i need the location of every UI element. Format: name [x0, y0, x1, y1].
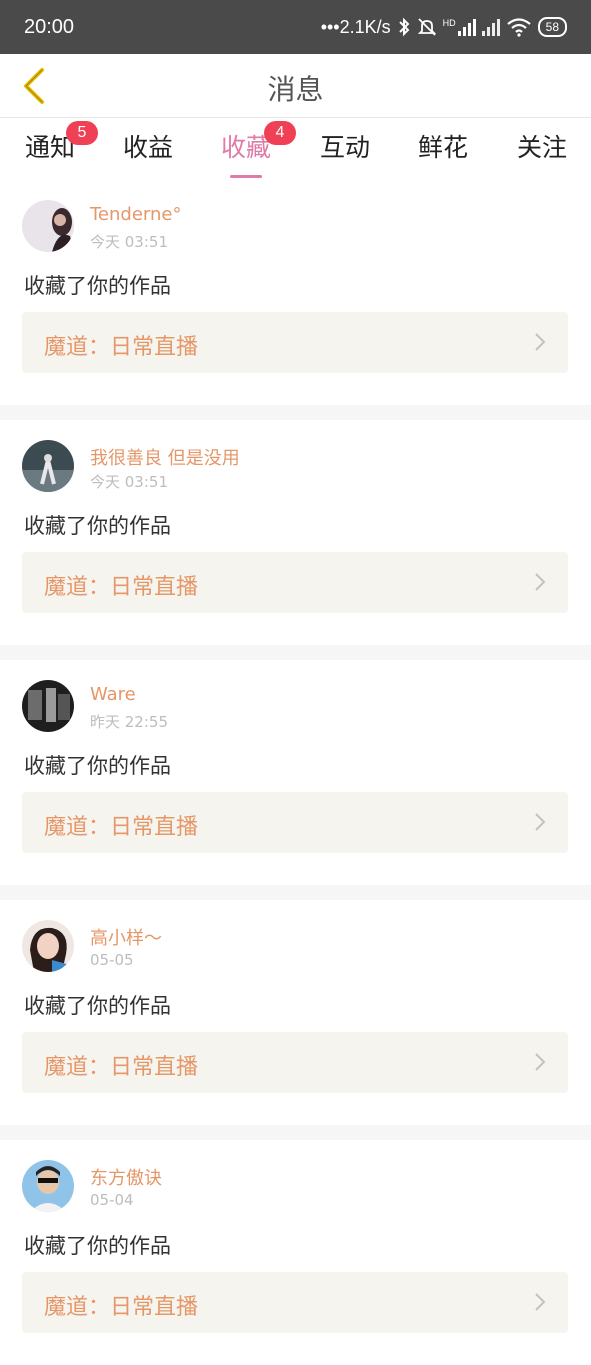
active-tab-indicator	[230, 175, 262, 178]
wifi-icon	[506, 18, 531, 37]
tab-label: 互动	[319, 133, 370, 162]
username[interactable]: Tenderne°	[90, 204, 182, 225]
tab-label: 关注	[516, 133, 567, 162]
timestamp: 今天 03:51	[90, 473, 168, 491]
message-item: Tenderne° 今天 03:51 收藏了你的作品 魔道：日常直播	[0, 180, 591, 405]
work-title: 魔道：日常直播	[44, 1055, 199, 1080]
work-title: 魔道：日常直播	[44, 335, 199, 360]
work-link[interactable]: 魔道：日常直播	[22, 552, 568, 613]
work-title: 魔道：日常直播	[44, 815, 199, 840]
status-icons: •••2.1K/s HD 58	[321, 17, 567, 38]
unread-badge: 5	[66, 121, 98, 145]
status-bar: 20:00 •••2.1K/s HD 58	[0, 0, 591, 54]
avatar[interactable]	[22, 1160, 74, 1212]
work-link[interactable]: 魔道：日常直播	[22, 1272, 568, 1333]
unread-badge: 4	[264, 121, 296, 145]
username[interactable]: Ware	[90, 684, 136, 705]
message-item: 高小样〜 05-05 收藏了你的作品 魔道：日常直播	[0, 900, 591, 1125]
action-text: 收藏了你的作品	[24, 514, 171, 538]
chevron-right-icon	[535, 813, 546, 831]
timestamp: 05-05	[90, 951, 134, 969]
tab-flowers[interactable]: 鲜花	[393, 128, 493, 172]
work-link[interactable]: 魔道：日常直播	[22, 1032, 568, 1093]
work-title: 魔道：日常直播	[44, 575, 199, 600]
chevron-right-icon	[535, 1053, 546, 1071]
message-list: Tenderne° 今天 03:51 收藏了你的作品 魔道：日常直播 我很善良 …	[0, 180, 591, 1365]
action-text: 收藏了你的作品	[24, 994, 171, 1018]
avatar[interactable]	[22, 680, 74, 732]
chevron-right-icon	[535, 1293, 546, 1311]
tab-label: 鲜花	[417, 133, 468, 162]
username[interactable]: 高小样〜	[90, 924, 162, 950]
action-text: 收藏了你的作品	[24, 1234, 171, 1258]
action-text: 收藏了你的作品	[24, 274, 171, 298]
work-link[interactable]: 魔道：日常直播	[22, 312, 568, 373]
divider	[0, 405, 591, 420]
hd-label: HD	[442, 18, 456, 28]
message-item: Ware 昨天 22:55 收藏了你的作品 魔道：日常直播	[0, 660, 591, 885]
network-speed: •••2.1K/s	[320, 16, 391, 37]
timestamp: 今天 03:51	[90, 233, 168, 251]
message-item: 我很善良 但是没用 今天 03:51 收藏了你的作品 魔道：日常直播	[0, 420, 591, 645]
header: 消息	[0, 54, 591, 118]
bluetooth-icon	[398, 17, 410, 37]
tab-following[interactable]: 关注	[492, 128, 591, 172]
tab-earnings[interactable]: 收益	[98, 128, 198, 172]
action-text: 收藏了你的作品	[24, 754, 171, 778]
avatar[interactable]	[22, 440, 74, 492]
divider	[0, 645, 591, 660]
status-time: 20:00	[24, 15, 75, 38]
tab-interactions[interactable]: 互动	[295, 128, 395, 172]
signal-icon: HD	[443, 18, 476, 36]
page-title: 消息	[267, 73, 324, 106]
divider	[0, 885, 591, 900]
tab-notifications[interactable]: 通知 5	[0, 121, 100, 172]
battery-icon: 58	[537, 17, 567, 37]
message-item: 东方傲诀 05-04 收藏了你的作品 魔道：日常直播	[0, 1140, 591, 1365]
avatar[interactable]	[22, 920, 74, 972]
username[interactable]: 东方傲诀	[90, 1164, 162, 1190]
timestamp: 05-04	[90, 1191, 134, 1209]
tab-label: 收藏	[220, 133, 271, 162]
username[interactable]: 我很善良 但是没用	[90, 444, 240, 470]
tab-label: 收益	[122, 133, 173, 162]
divider	[0, 1125, 591, 1140]
chevron-right-icon	[535, 573, 546, 591]
work-link[interactable]: 魔道：日常直播	[22, 792, 568, 853]
timestamp: 昨天 22:55	[90, 713, 168, 731]
work-title: 魔道：日常直播	[44, 1295, 199, 1320]
avatar[interactable]	[22, 200, 74, 252]
chevron-right-icon	[535, 333, 546, 351]
signal-icon-2	[481, 18, 500, 36]
tab-bar: 通知 5 收益 收藏 4 互动 鲜花 关注	[0, 118, 591, 180]
mute-icon	[417, 18, 436, 36]
tab-favorites[interactable]: 收藏 4	[196, 121, 296, 178]
